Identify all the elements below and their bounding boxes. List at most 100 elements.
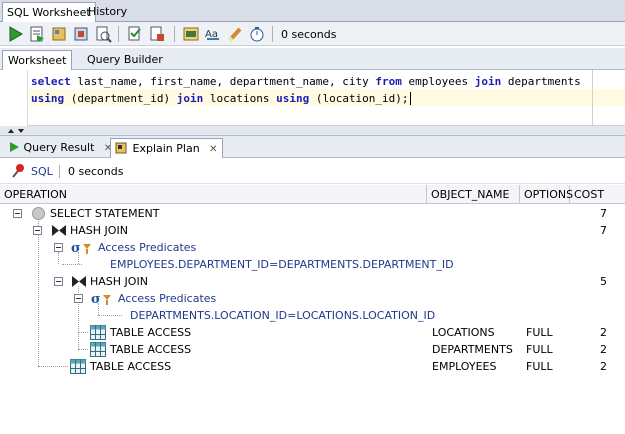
cost-value: 2 xyxy=(600,343,607,356)
sql-keyword: select xyxy=(31,75,71,88)
operation-label: Access Predicates xyxy=(98,241,197,254)
tab-explain-plan[interactable]: Explain Plan ✕ xyxy=(110,138,223,158)
explain-plan-icon xyxy=(115,142,127,154)
worksheet-subtab-bar: Worksheet Query Builder xyxy=(0,48,625,70)
hash-join-icon xyxy=(72,276,86,287)
plan-row-table-access[interactable]: TABLE ACCESS DEPARTMENTS FULL 2 xyxy=(0,341,625,358)
autotrace-icon[interactable] xyxy=(148,25,166,43)
splitter-arrows-icon[interactable] xyxy=(6,127,26,135)
plan-row-hash-join[interactable]: HASH JOIN 7 xyxy=(0,222,625,239)
sql-keyword: using xyxy=(276,92,310,105)
explain-plan-icon[interactable] xyxy=(126,25,144,43)
select-statement-icon xyxy=(32,207,45,220)
operation-label: HASH JOIN xyxy=(90,275,148,288)
sql-keyword: join xyxy=(176,92,204,105)
result-timer: 0 seconds xyxy=(68,165,124,178)
collapse-toggle[interactable] xyxy=(13,209,22,218)
tab-explain-plan-label: Explain Plan xyxy=(132,142,200,155)
cost-value: 2 xyxy=(600,326,607,339)
tab-history[interactable]: History xyxy=(84,2,131,22)
play-icon xyxy=(10,142,19,152)
collapse-toggle[interactable] xyxy=(54,277,63,286)
options-value: FULL xyxy=(526,360,553,373)
collapse-toggle[interactable] xyxy=(74,294,83,303)
operation-label: HASH JOIN xyxy=(70,224,128,237)
cost-value: 7 xyxy=(600,207,607,220)
cost-value: 5 xyxy=(600,275,607,288)
sql-text: employees xyxy=(401,75,475,88)
plan-row-select-statement[interactable]: SELECT STATEMENT 7 xyxy=(0,205,625,222)
tab-query-result[interactable]: Query Result ✕ xyxy=(4,138,116,158)
operation-label: TABLE ACCESS xyxy=(90,360,172,373)
clear-icon[interactable] xyxy=(226,25,244,43)
plan-row-predicate-expression[interactable]: EMPLOYEES.DEPARTMENT_ID=DEPARTMENTS.DEPA… xyxy=(0,256,625,273)
filter-predicate-icon: σ xyxy=(71,241,91,255)
run-statement-icon[interactable] xyxy=(6,25,24,43)
sql-tuning-icon[interactable] xyxy=(94,25,112,43)
sql-keyword: join xyxy=(474,75,502,88)
text-caret xyxy=(409,92,411,105)
plan-row-access-predicates[interactable]: σ Access Predicates xyxy=(0,239,625,256)
tab-query-result-label: Query Result xyxy=(23,141,95,154)
collapse-toggle[interactable] xyxy=(54,243,63,252)
options-value: FULL xyxy=(526,343,553,356)
editor-line-2[interactable]: using (department_id) join locations usi… xyxy=(31,92,411,105)
operation-label: Access Predicates xyxy=(118,292,217,305)
col-operation[interactable]: OPERATION xyxy=(0,185,427,204)
sql-editor[interactable]: select last_name, first_name, department… xyxy=(0,70,625,126)
to-upper-lower-icon[interactable]: Aa xyxy=(204,25,222,43)
sql-text: (department_id) xyxy=(64,92,177,105)
editor-gutter xyxy=(0,70,28,126)
sql-link[interactable]: SQL xyxy=(31,165,53,178)
worksheet-toolbar: Aa 0 seconds xyxy=(0,22,625,46)
tab-query-builder[interactable]: Query Builder xyxy=(82,50,168,70)
pin-icon[interactable] xyxy=(10,163,26,179)
result-toolbar: SQL 0 seconds xyxy=(0,158,625,184)
sql-keyword: using xyxy=(31,92,65,105)
sql-text: departments xyxy=(501,75,581,88)
tab-worksheet[interactable]: Worksheet xyxy=(2,50,73,70)
table-icon xyxy=(90,325,106,340)
filter-predicate-icon: σ xyxy=(91,292,111,306)
collapse-toggle[interactable] xyxy=(33,226,42,235)
sql-text: (location_id); xyxy=(309,92,409,105)
close-icon[interactable]: ✕ xyxy=(209,144,217,155)
svg-text:σ: σ xyxy=(91,292,101,306)
col-object-name[interactable]: OBJECT_NAME xyxy=(427,185,520,204)
plan-row-table-access[interactable]: TABLE ACCESS EMPLOYEES FULL 2 xyxy=(0,358,625,375)
execution-timer: 0 seconds xyxy=(281,28,337,41)
commit-icon[interactable] xyxy=(50,25,68,43)
sql-text: last_name, first_name, department_name, … xyxy=(70,75,376,88)
cost-value: 2 xyxy=(600,360,607,373)
table-icon xyxy=(90,342,106,357)
col-cost[interactable]: COST xyxy=(570,185,625,204)
top-tab-bar: SQL Worksheet History xyxy=(0,0,625,22)
sql-history-icon[interactable] xyxy=(182,25,200,43)
plan-header: OPERATION OBJECT_NAME OPTIONS COST xyxy=(0,185,625,204)
svg-text:σ: σ xyxy=(71,241,81,255)
editor-line-1[interactable]: select last_name, first_name, department… xyxy=(31,75,581,88)
sql-keyword: from xyxy=(375,75,402,88)
cost-value: 7 xyxy=(600,224,607,237)
plan-row-access-predicates[interactable]: σ Access Predicates xyxy=(0,290,625,307)
operation-label: SELECT STATEMENT xyxy=(50,207,160,220)
run-script-icon[interactable] xyxy=(28,25,46,43)
object-name: EMPLOYEES xyxy=(432,360,497,373)
pane-splitter[interactable] xyxy=(0,126,625,136)
tab-sql-worksheet[interactable]: SQL Worksheet xyxy=(2,2,96,22)
object-name: LOCATIONS xyxy=(432,326,495,339)
plan-row-table-access[interactable]: TABLE ACCESS LOCATIONS FULL 2 xyxy=(0,324,625,341)
timer-icon xyxy=(250,27,264,42)
predicate-text: DEPARTMENTS.LOCATION_ID=LOCATIONS.LOCATI… xyxy=(130,309,436,322)
operation-label: TABLE ACCESS xyxy=(110,343,192,356)
predicate-text: EMPLOYEES.DEPARTMENT_ID=DEPARTMENTS.DEPA… xyxy=(110,258,454,271)
plan-row-predicate-expression[interactable]: DEPARTMENTS.LOCATION_ID=LOCATIONS.LOCATI… xyxy=(0,307,625,324)
hash-join-icon xyxy=(52,225,66,236)
result-tab-bar: Query Result ✕ Explain Plan ✕ xyxy=(0,136,625,158)
operation-label: TABLE ACCESS xyxy=(110,326,192,339)
object-name: DEPARTMENTS xyxy=(432,343,513,356)
plan-row-hash-join[interactable]: HASH JOIN 5 xyxy=(0,273,625,290)
table-icon xyxy=(70,359,86,374)
col-options[interactable]: OPTIONS xyxy=(520,185,573,204)
rollback-icon[interactable] xyxy=(72,25,90,43)
